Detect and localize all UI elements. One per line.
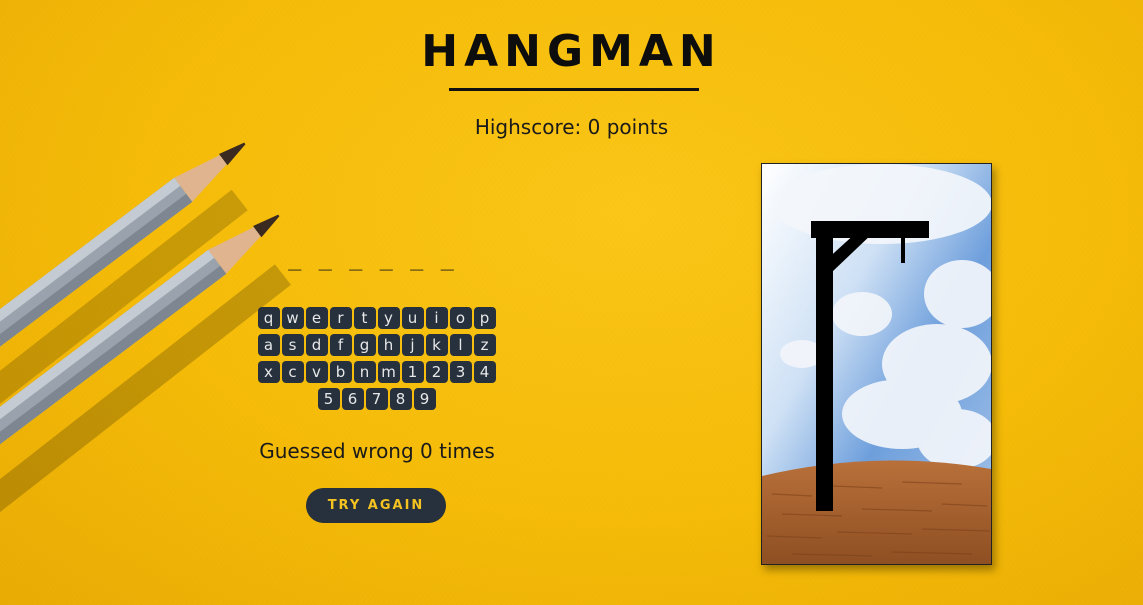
- key-x[interactable]: x: [257, 361, 280, 383]
- key-g[interactable]: g: [353, 334, 376, 356]
- key-i[interactable]: i: [425, 307, 448, 329]
- key-6[interactable]: 6: [341, 388, 364, 410]
- key-p[interactable]: p: [473, 307, 496, 329]
- key-h[interactable]: h: [377, 334, 400, 356]
- try-again-button[interactable]: TRY AGAIN: [306, 488, 446, 523]
- key-t[interactable]: t: [353, 307, 376, 329]
- word-mask: _ _ _ _ _ _: [288, 246, 456, 271]
- key-q[interactable]: q: [257, 307, 280, 329]
- key-l[interactable]: l: [449, 334, 472, 356]
- highscore-unit: points: [606, 115, 669, 139]
- key-d[interactable]: d: [305, 334, 328, 356]
- wrong-label: Guessed wrong: [259, 439, 414, 463]
- pencils-illustration: [0, 142, 291, 560]
- key-j[interactable]: j: [401, 334, 424, 356]
- key-v[interactable]: v: [305, 361, 328, 383]
- highscore-display: Highscore: 0 points: [0, 115, 1143, 139]
- key-7[interactable]: 7: [365, 388, 388, 410]
- gallows-panel: [761, 163, 992, 565]
- key-1[interactable]: 1: [401, 361, 424, 383]
- key-e[interactable]: e: [305, 307, 328, 329]
- key-4[interactable]: 4: [473, 361, 496, 383]
- key-9[interactable]: 9: [413, 388, 436, 410]
- key-z[interactable]: z: [473, 334, 496, 356]
- key-y[interactable]: y: [377, 307, 400, 329]
- key-c[interactable]: c: [281, 361, 304, 383]
- title-underline: [449, 88, 699, 91]
- gallows-rope: [901, 234, 905, 263]
- highscore-label: Highscore:: [474, 115, 582, 139]
- key-8[interactable]: 8: [389, 388, 412, 410]
- key-3[interactable]: 3: [449, 361, 472, 383]
- key-w[interactable]: w: [281, 307, 304, 329]
- page-title: HANGMAN: [421, 26, 722, 77]
- wrong-count: 0: [420, 439, 433, 463]
- key-r[interactable]: r: [329, 307, 352, 329]
- key-b[interactable]: b: [329, 361, 352, 383]
- gallows-illustration: [762, 164, 991, 564]
- key-o[interactable]: o: [449, 307, 472, 329]
- key-2[interactable]: 2: [425, 361, 448, 383]
- key-n[interactable]: n: [353, 361, 376, 383]
- wrong-unit: times: [439, 439, 495, 463]
- letter-keyboard: qwertyuiop asdfghjklz xcvbnm1234 56789: [249, 307, 504, 410]
- highscore-value: 0: [587, 115, 601, 139]
- ground-hill: [762, 460, 991, 564]
- key-s[interactable]: s: [281, 334, 304, 356]
- key-a[interactable]: a: [257, 334, 280, 356]
- wrong-guess-counter: Guessed wrong 0 times: [232, 439, 522, 463]
- key-m[interactable]: m: [377, 361, 400, 383]
- key-k[interactable]: k: [425, 334, 448, 356]
- key-5[interactable]: 5: [317, 388, 340, 410]
- key-f[interactable]: f: [329, 334, 352, 356]
- key-u[interactable]: u: [401, 307, 424, 329]
